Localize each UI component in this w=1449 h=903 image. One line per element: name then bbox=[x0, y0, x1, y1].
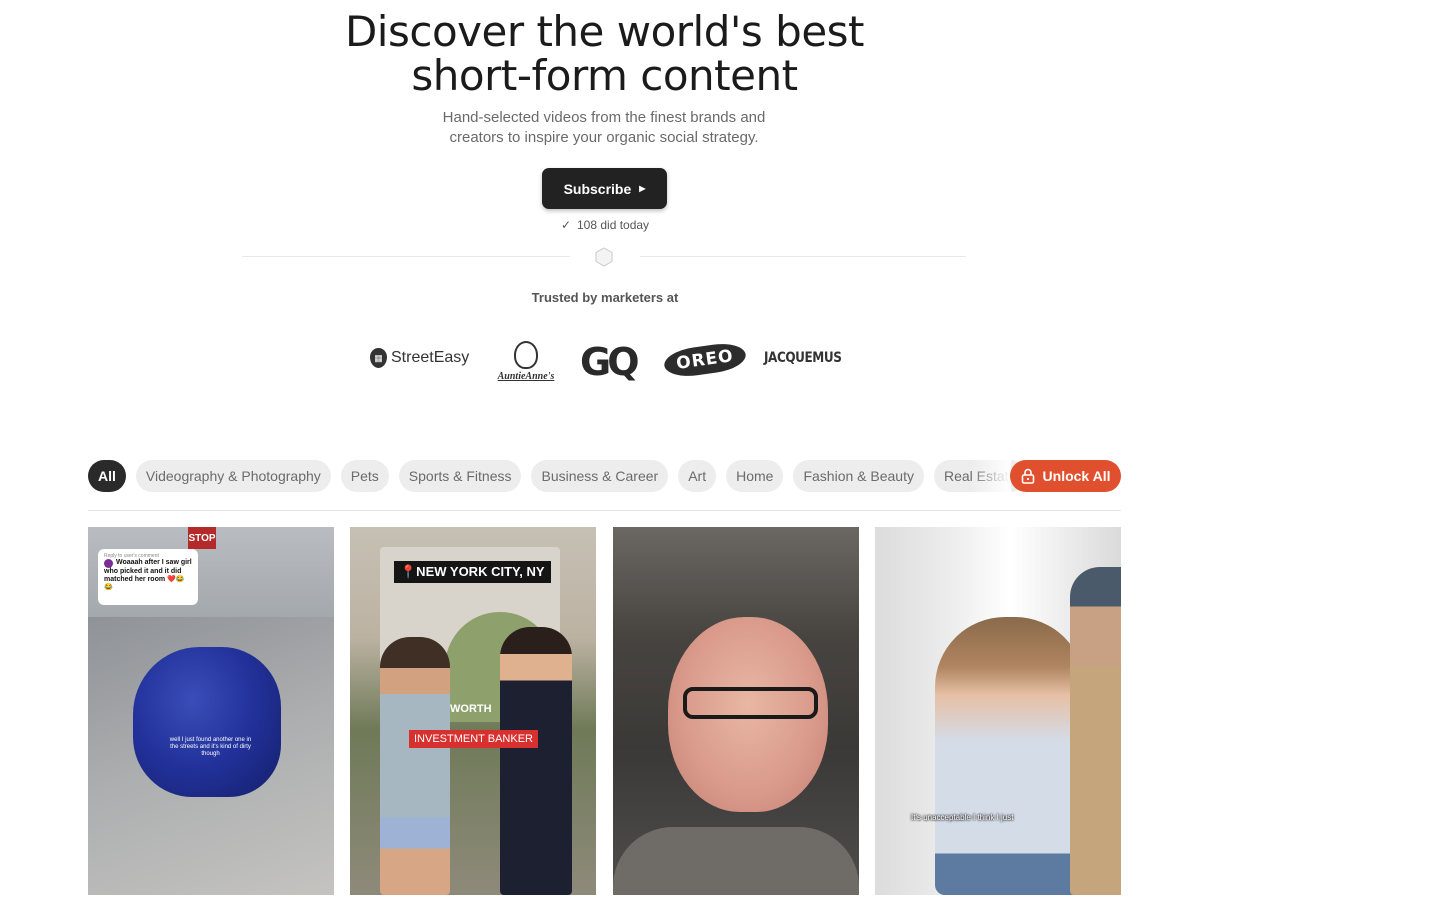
page-subtitle: Hand-selected videos from the finest bra… bbox=[404, 108, 804, 148]
streeteasy-logo: ▦ StreetEasy bbox=[370, 348, 469, 368]
video-card[interactable]: 📍NEW YORK CITY, NY WORTH INVESTMENT BANK… bbox=[350, 527, 596, 895]
comment-text: Woaaah after I saw girl who picked it an… bbox=[104, 559, 192, 591]
category-chip[interactable]: Sports & Fitness bbox=[398, 460, 522, 492]
person-right bbox=[500, 627, 572, 895]
video-card[interactable]: STOP Reply to user's comment Woaaah afte… bbox=[88, 527, 334, 895]
unlock-all-label: Unlock All bbox=[1042, 468, 1111, 484]
jacquemus-logo: JACQUEMUS bbox=[764, 350, 842, 366]
category-chip[interactable]: Art bbox=[678, 460, 717, 492]
subscribe-button[interactable]: Subscribe ▶ bbox=[542, 168, 667, 209]
category-filter-bar: All Videography & Photography Pets Sports &… bbox=[88, 459, 1121, 493]
page-title: Discover the world's best short-form con… bbox=[0, 10, 1209, 98]
lock-icon bbox=[1021, 468, 1034, 484]
category-chip[interactable]: All bbox=[88, 460, 126, 492]
blue-sofa bbox=[133, 647, 281, 797]
person-left bbox=[380, 637, 450, 895]
person-woman bbox=[935, 617, 1085, 895]
check-icon: ✓ bbox=[560, 218, 571, 232]
overlay-text: WORTH bbox=[450, 703, 492, 715]
brand-logos: ▦ StreetEasy AuntieAnne's GQ OREO JACQUE… bbox=[370, 338, 850, 384]
comment-bubble: Reply to user's comment Woaaah after I s… bbox=[98, 549, 198, 605]
unlock-all-button[interactable]: Unlock All bbox=[1010, 460, 1121, 492]
auntie-annes-logo: AuntieAnne's bbox=[488, 338, 564, 382]
video-caption: well I just found another one in the str… bbox=[169, 737, 252, 757]
category-chip[interactable]: Home bbox=[726, 460, 784, 492]
stop-sign: STOP bbox=[188, 527, 216, 549]
category-chip[interactable]: Business & Career bbox=[531, 460, 669, 492]
person-man bbox=[1070, 567, 1121, 895]
subtitle-line-2: creators to inspire your organic social … bbox=[449, 129, 759, 146]
title-line-2: short-form content bbox=[411, 51, 798, 100]
title-line-1: Discover the world's best bbox=[344, 7, 865, 56]
filter-fade bbox=[971, 459, 1011, 493]
location-tag: 📍NEW YORK CITY, NY bbox=[394, 561, 551, 583]
commenter-avatar bbox=[104, 559, 113, 568]
video-card[interactable] bbox=[613, 527, 859, 895]
subtitle-line-1: Hand-selected videos from the finest bra… bbox=[442, 109, 766, 126]
video-grid: STOP Reply to user's comment Woaaah afte… bbox=[88, 527, 1121, 895]
overlay-tag: INVESTMENT BANKER bbox=[409, 730, 538, 748]
category-chip[interactable]: Fashion & Beauty bbox=[793, 460, 924, 492]
building-pin-icon: ▦ bbox=[370, 348, 387, 368]
video-caption: It's unacceptable I think I just bbox=[911, 813, 1014, 822]
category-chip-row: All Videography & Photography Pets Sports &… bbox=[88, 460, 1027, 492]
filter-divider bbox=[88, 510, 1121, 511]
glasses bbox=[683, 687, 818, 719]
play-arrow-icon: ▶ bbox=[639, 184, 646, 193]
divider-right bbox=[640, 256, 966, 257]
trusted-by-label: Trusted by marketers at bbox=[531, 290, 679, 305]
today-count-text: 108 did today bbox=[577, 218, 650, 232]
shirt bbox=[613, 827, 859, 895]
divider-left bbox=[242, 256, 570, 257]
video-card[interactable]: It's unacceptable I think I just bbox=[875, 527, 1121, 895]
oreo-logo: OREO bbox=[662, 340, 748, 380]
category-chip[interactable]: Pets bbox=[340, 460, 389, 492]
subscribe-label: Subscribe bbox=[563, 180, 632, 197]
gq-logo: GQ bbox=[580, 340, 639, 384]
category-chip[interactable]: Videography & Photography bbox=[135, 460, 331, 492]
hexagon-icon bbox=[595, 247, 613, 267]
today-counter: ✓ 108 did today bbox=[530, 218, 680, 232]
auntie-annes-mascot-icon bbox=[514, 341, 538, 369]
